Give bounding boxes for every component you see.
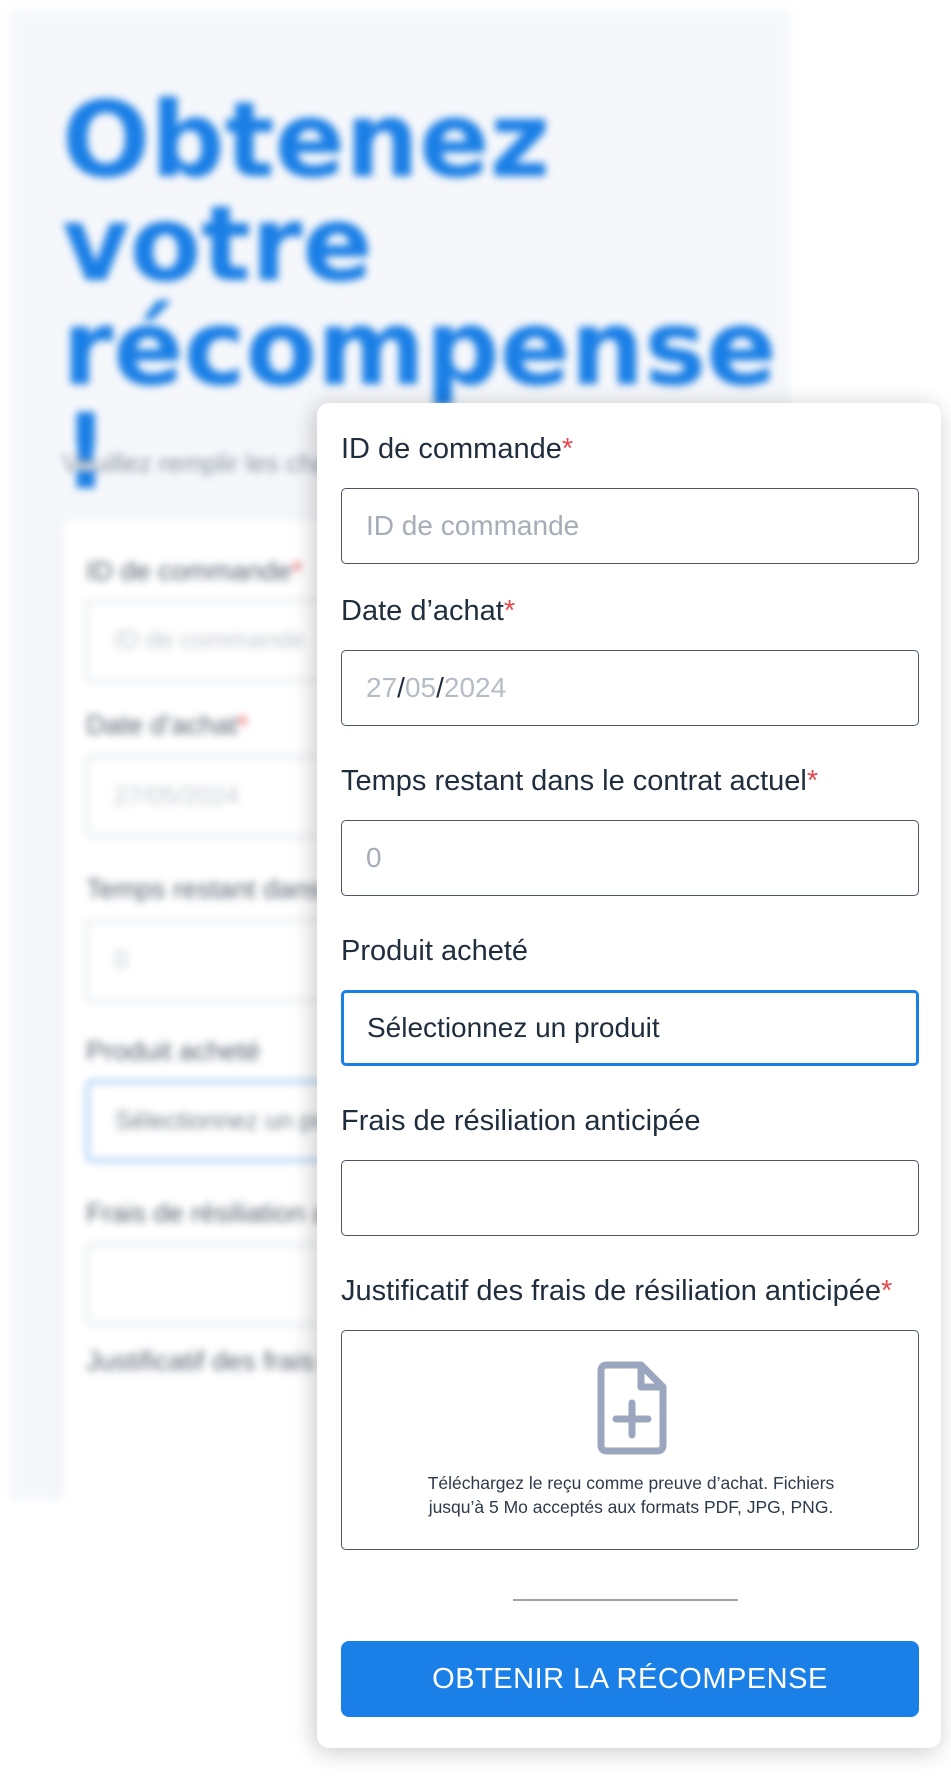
fee-proof-label: Justificatif des frais de résiliation an… [341,1275,893,1307]
date-separator: / [397,672,405,703]
remaining-time-label: Temps restant dans le contrat actuel* [341,765,819,797]
purchase-date-input[interactable]: 27/05/2024 [341,650,919,726]
early-fee-label: Frais de résiliation anticipée [341,1105,701,1137]
bg-label-date: Date d’achat* [86,710,249,740]
bg-label-order-id: ID de commande* [86,556,303,586]
date-month[interactable]: 05 [405,672,436,704]
product-label: Produit acheté [341,935,529,967]
get-reward-button[interactable]: OBTENIR LA RÉCOMPENSE [341,1641,919,1717]
reward-form-card: ID de commande* ID de commande Date d’ac… [317,403,941,1748]
field-remaining-time: Temps restant dans le contrat actuel* 0 [341,763,919,896]
field-early-fee: Frais de résiliation anticipée [341,1103,919,1236]
field-purchase-date: Date d’achat* 27/05/2024 [341,593,919,726]
date-separator: / [436,672,444,703]
divider [513,1599,738,1601]
early-fee-input[interactable] [341,1160,919,1236]
field-fee-proof: Justificatif des frais de résiliation an… [341,1273,919,1550]
remaining-time-input[interactable]: 0 [341,820,919,896]
product-select[interactable]: Sélectionnez un produit [341,990,919,1066]
file-upload-dropzone[interactable]: Téléchargez le reçu comme preuve d’achat… [341,1330,919,1550]
upload-help-text: Téléchargez le reçu comme preuve d’achat… [427,1473,835,1517]
date-year[interactable]: 2024 [444,672,506,704]
date-day[interactable]: 27 [366,672,397,704]
purchase-date-label: Date d’achat* [341,595,516,627]
order-id-label: ID de commande* [341,433,574,465]
field-order-id: ID de commande* ID de commande [341,431,919,564]
order-id-input[interactable]: ID de commande [341,488,919,564]
file-plus-icon [597,1361,667,1455]
bg-label-product: Produit acheté [86,1036,261,1066]
field-product: Produit acheté Sélectionnez un produit [341,933,919,1066]
